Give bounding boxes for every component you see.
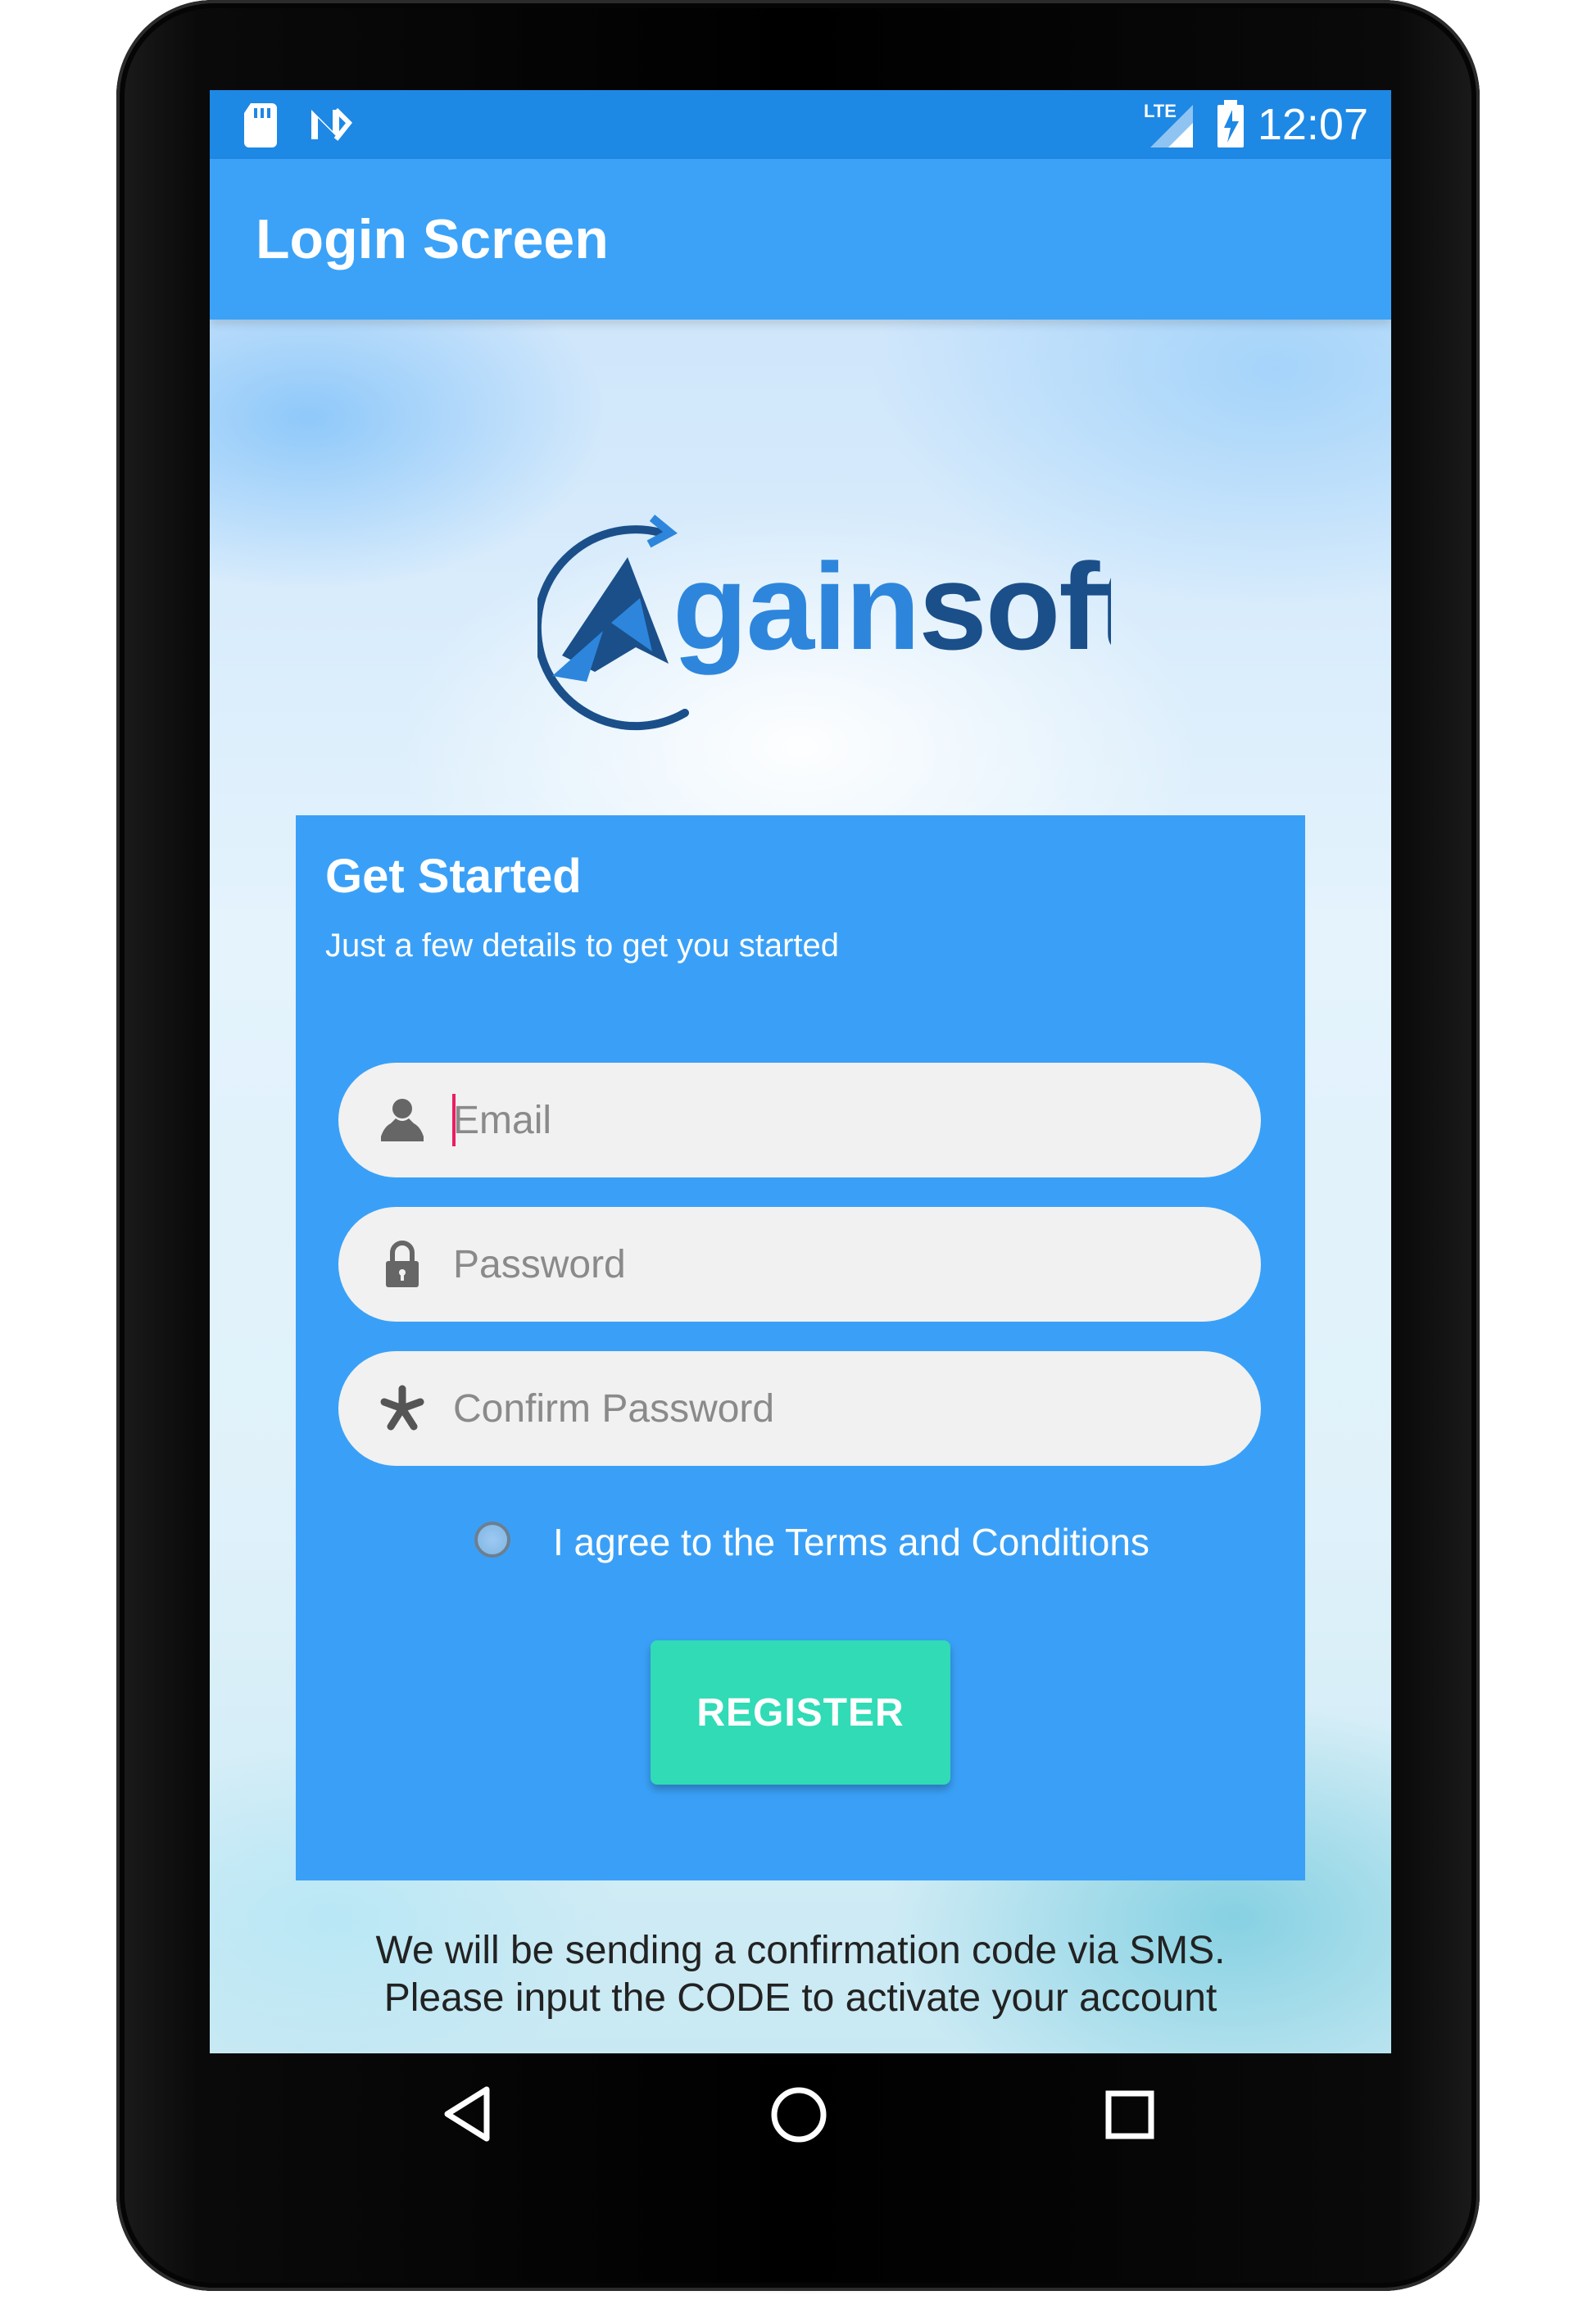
sms-note: We will be sending a confirmation code v… [210, 1927, 1391, 2022]
register-card: Get Started Just a few details to get yo… [296, 815, 1305, 1880]
password-field[interactable] [338, 1207, 1261, 1322]
home-icon[interactable] [770, 2086, 827, 2143]
sms-note-line-1: We will be sending a confirmation code v… [375, 1929, 1226, 1972]
person-icon [381, 1099, 424, 1141]
sms-note-line-2: Please input the CODE to activate your a… [383, 1976, 1217, 2020]
battery-charging-icon [1217, 100, 1244, 147]
register-button[interactable]: REGISTER [651, 1640, 950, 1785]
back-icon[interactable] [441, 2084, 493, 2143]
device-screen: LTE 12:07 Login Screen gainsof Get Start… [210, 90, 1391, 2053]
device-stage: LTE 12:07 Login Screen gainsof Get Start… [0, 0, 1596, 2309]
card-subtitle: Just a few details to get you started [325, 928, 840, 964]
terms-label[interactable]: I agree to the Terms and Conditions [553, 1520, 1149, 1564]
email-field[interactable] [338, 1063, 1261, 1177]
password-input[interactable] [453, 1230, 1223, 1299]
sd-card-icon [244, 103, 277, 147]
email-input[interactable] [453, 1086, 1223, 1154]
lte-signal-icon: LTE [1144, 102, 1195, 147]
logo-wordmark: gainsoft [673, 538, 1111, 675]
login-content: gainsoft Get Started Just a few details … [210, 320, 1391, 2053]
notification-n-icon [311, 107, 352, 141]
asterisk-icon [380, 1385, 424, 1431]
card-title: Get Started [325, 850, 582, 903]
status-time: 12:07 [1257, 100, 1368, 149]
page-title: Login Screen [256, 208, 609, 270]
status-bar: LTE 12:07 [210, 90, 1391, 159]
confirm-password-field[interactable] [338, 1351, 1261, 1466]
app-bar: Login Screen [210, 159, 1391, 320]
terms-radio[interactable] [474, 1522, 510, 1558]
recents-icon[interactable] [1104, 2089, 1155, 2140]
terms-agreement[interactable]: I agree to the Terms and Conditions [474, 1517, 1212, 1569]
confirm-password-input[interactable] [453, 1374, 1223, 1443]
lock-icon [386, 1241, 419, 1287]
againsoft-logo: gainsoft [537, 515, 1111, 731]
signal-bars-icon [1150, 105, 1193, 147]
